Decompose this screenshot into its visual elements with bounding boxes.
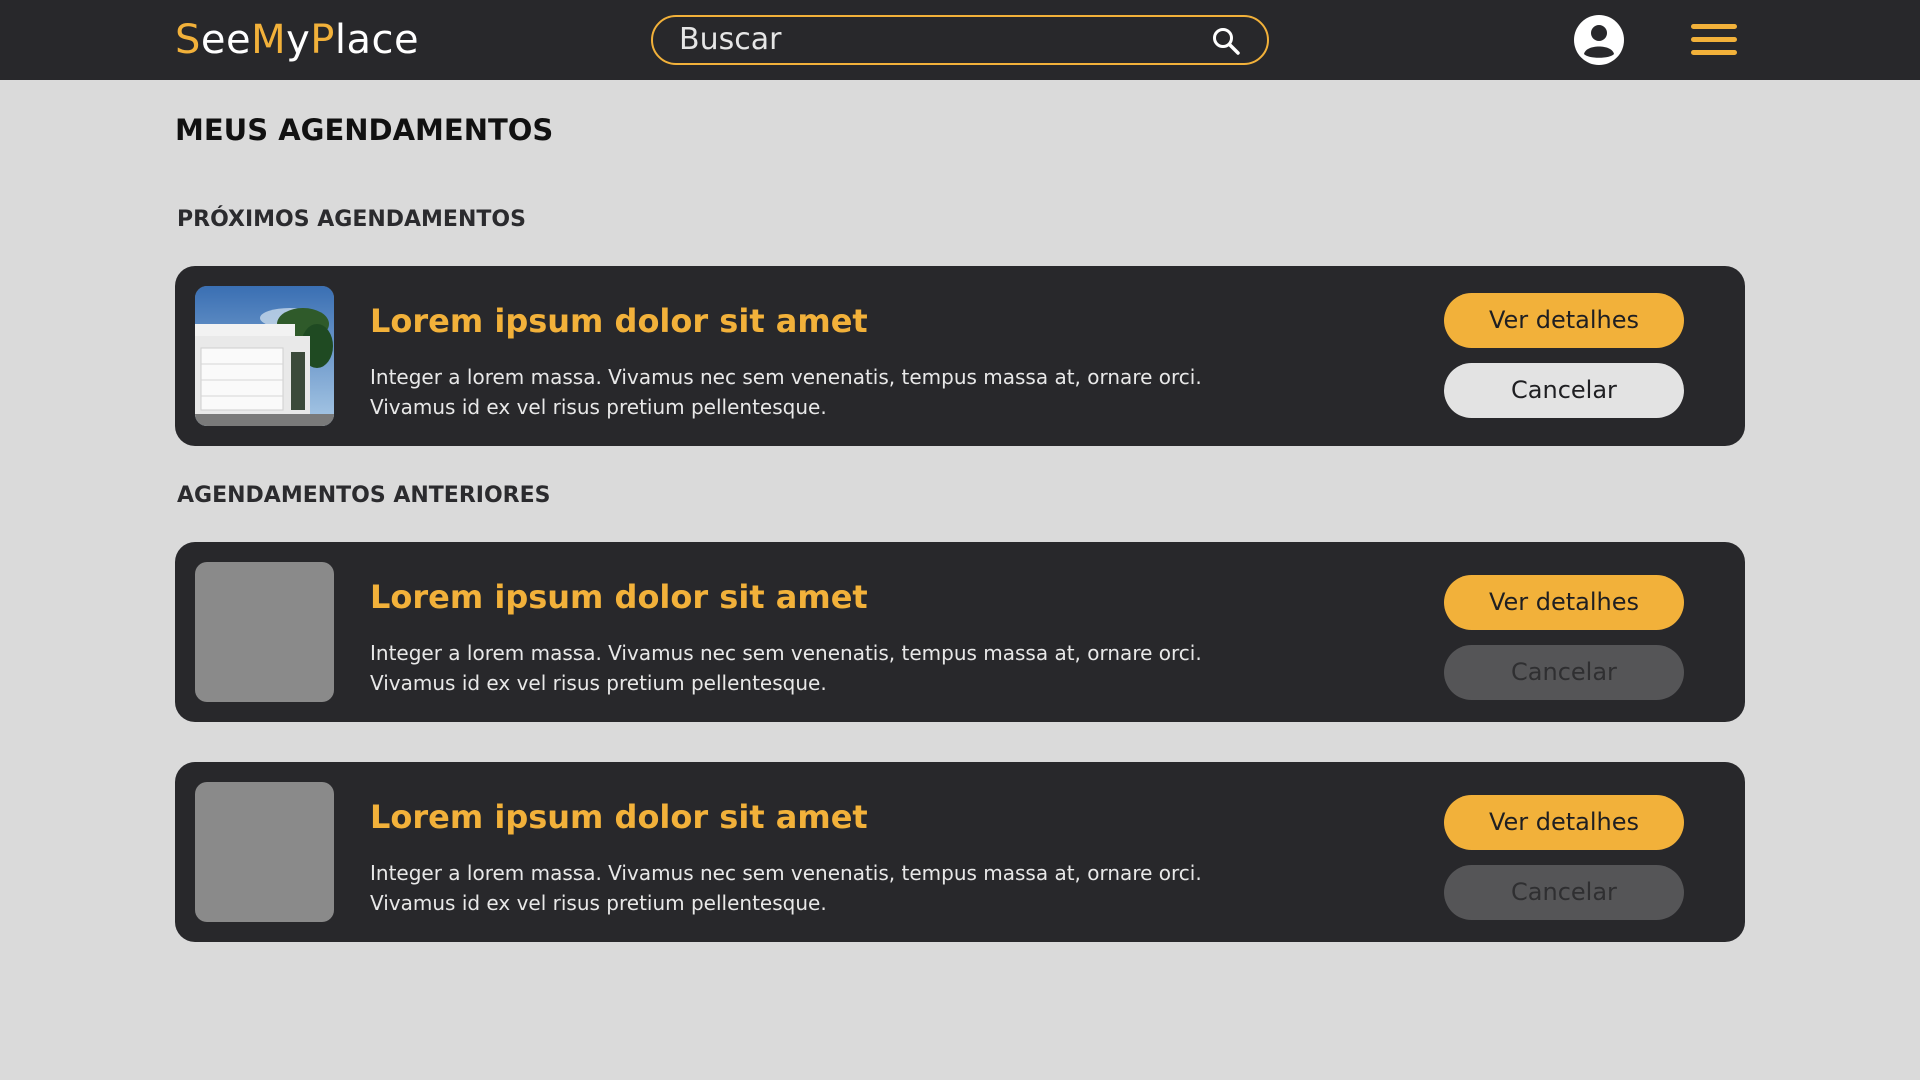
appointment-description: Integer a lorem massa. Vivamus nec sem v… (370, 638, 1270, 698)
logo-part: S (175, 17, 201, 63)
appointment-description: Integer a lorem massa. Vivamus nec sem v… (370, 362, 1270, 422)
logo-part: ee (200, 17, 252, 63)
description-line: Integer a lorem massa. Vivamus nec sem v… (370, 365, 1202, 389)
menu-bar (1691, 37, 1737, 42)
property-thumbnail-placeholder (195, 562, 334, 702)
menu-bar (1691, 50, 1737, 55)
section-title-past: AGENDAMENTOS ANTERIORES (177, 483, 551, 508)
appointment-title: Lorem ipsum dolor sit amet (370, 798, 868, 836)
top-navbar: SeeMyPlace Buscar (0, 0, 1920, 80)
cancel-button-disabled: Cancelar (1444, 865, 1684, 920)
section-title-upcoming: PRÓXIMOS AGENDAMENTOS (177, 207, 526, 232)
menu-bar (1691, 24, 1737, 29)
description-line: Integer a lorem massa. Vivamus nec sem v… (370, 861, 1202, 885)
logo-part: lace (334, 17, 420, 63)
appointment-title: Lorem ipsum dolor sit amet (370, 302, 868, 340)
page-title: MEUS AGENDAMENTOS (175, 113, 554, 147)
logo-part: P (310, 17, 335, 63)
appointment-title: Lorem ipsum dolor sit amet (370, 578, 868, 616)
search-placeholder: Buscar (679, 22, 782, 57)
site-logo[interactable]: SeeMyPlace (175, 15, 419, 65)
appointment-description: Integer a lorem massa. Vivamus nec sem v… (370, 858, 1270, 918)
user-circle-icon[interactable] (1573, 14, 1625, 66)
appointment-card: Lorem ipsum dolor sit amet Integer a lor… (175, 266, 1745, 446)
appointment-card: Lorem ipsum dolor sit amet Integer a lor… (175, 762, 1745, 942)
cancel-button-disabled: Cancelar (1444, 645, 1684, 700)
description-line: Vivamus id ex vel risus pretium pellente… (370, 395, 827, 419)
description-line: Integer a lorem massa. Vivamus nec sem v… (370, 641, 1202, 665)
property-thumbnail (195, 286, 334, 426)
view-details-button[interactable]: Ver detalhes (1444, 575, 1684, 630)
search-input[interactable]: Buscar (651, 15, 1269, 65)
house-image (195, 286, 334, 426)
hamburger-menu-icon[interactable] (1691, 22, 1737, 58)
search-icon[interactable] (1211, 26, 1241, 56)
property-thumbnail-placeholder (195, 782, 334, 922)
logo-part: y (286, 17, 311, 63)
cancel-button[interactable]: Cancelar (1444, 363, 1684, 418)
view-details-button[interactable]: Ver detalhes (1444, 795, 1684, 850)
logo-part: M (251, 17, 287, 63)
description-line: Vivamus id ex vel risus pretium pellente… (370, 891, 827, 915)
view-details-button[interactable]: Ver detalhes (1444, 293, 1684, 348)
appointment-card: Lorem ipsum dolor sit amet Integer a lor… (175, 542, 1745, 722)
description-line: Vivamus id ex vel risus pretium pellente… (370, 671, 827, 695)
